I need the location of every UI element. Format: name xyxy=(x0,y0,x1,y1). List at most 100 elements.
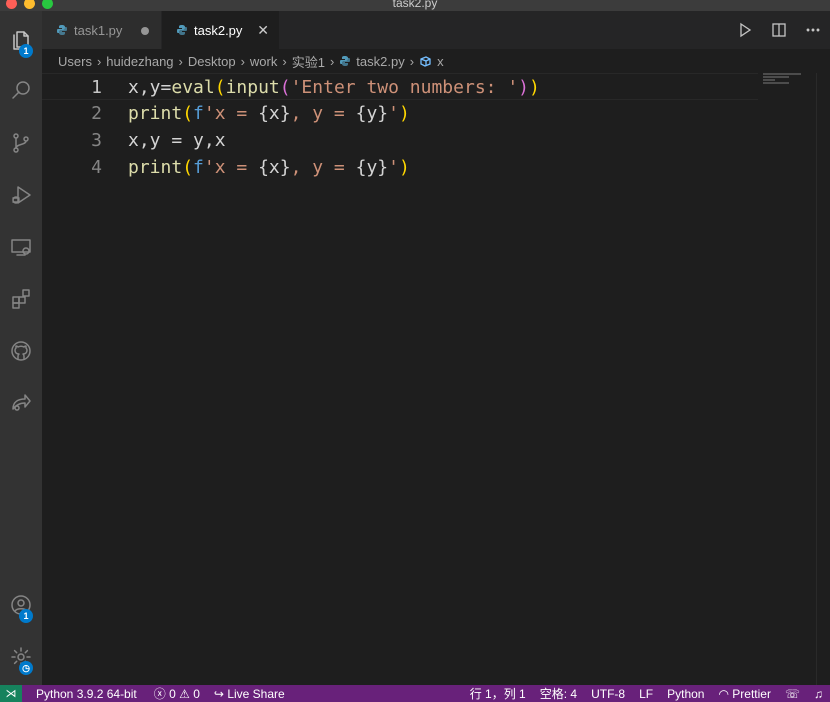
encoding-button[interactable]: UTF-8 xyxy=(584,685,632,702)
code-line[interactable]: 4 print(f'x = {x}, y = {y}') xyxy=(42,154,758,181)
minimap-line xyxy=(763,76,789,78)
code-token: ( xyxy=(182,157,194,178)
language-mode-button[interactable]: Python xyxy=(660,685,711,702)
code-token: print xyxy=(128,103,183,124)
breadcrumb-segment[interactable]: huidezhang xyxy=(106,54,173,69)
code-token: ) xyxy=(518,77,530,98)
code-token: ' xyxy=(388,103,399,124)
close-tab-icon[interactable]: ✕ xyxy=(257,22,269,39)
editor-tab-bar: task1.py task2.py ✕ xyxy=(42,11,830,49)
code-token: ) xyxy=(398,157,410,178)
activity-search[interactable] xyxy=(0,68,42,112)
activity-explorer[interactable]: 1 xyxy=(0,18,42,62)
code-token: print xyxy=(128,157,183,178)
code-token: {y} xyxy=(355,103,389,124)
source-control-icon xyxy=(13,133,29,153)
code-line[interactable]: 1 x,y=eval(input('Enter two numbers: ')) xyxy=(42,73,758,100)
split-editor-button[interactable] xyxy=(762,11,796,49)
activity-remote-explorer[interactable] xyxy=(0,225,42,269)
minimap-line xyxy=(763,79,775,81)
eol-button[interactable]: LF xyxy=(632,685,660,702)
breadcrumb-segment[interactable]: Users xyxy=(58,54,92,69)
activity-accounts[interactable]: 1 xyxy=(0,583,42,627)
breadcrumb: Users › huidezhang › Desktop › work › 实验… xyxy=(42,49,830,73)
chevron-right-icon: › xyxy=(240,53,245,69)
code-token: {x} xyxy=(258,103,291,124)
bell-icon: ♫ xyxy=(814,686,823,701)
warning-count: 0 xyxy=(193,686,200,701)
activity-run-debug[interactable] xyxy=(0,173,42,217)
code-token: {y} xyxy=(355,157,389,178)
run-python-file-button[interactable] xyxy=(728,11,762,49)
play-icon xyxy=(740,22,752,38)
tab-label: task2.py xyxy=(194,22,243,38)
python-interpreter-button[interactable]: Python 3.9.2 64-bit xyxy=(22,685,144,702)
breadcrumb-segment[interactable]: work xyxy=(250,54,277,69)
code-line[interactable]: 2 print(f'x = {x}, y = {y}') xyxy=(42,100,758,127)
problems-button[interactable]: ⓧ 0 ⚠ 0 xyxy=(144,685,207,702)
code-token: , y = xyxy=(290,157,356,178)
remote-indicator-button[interactable]: ⋊ xyxy=(0,685,22,702)
code-token: eval xyxy=(171,77,215,98)
search-icon xyxy=(12,81,30,99)
code-editor[interactable]: 1 x,y=eval(input('Enter two numbers: ')) 2… xyxy=(42,73,830,685)
feedback-button[interactable]: ☏ xyxy=(778,685,807,702)
breadcrumb-segment[interactable]: Desktop xyxy=(188,54,236,69)
remote-explorer-icon xyxy=(11,239,31,256)
cursor-position-label: 行 1，列 1 xyxy=(469,687,526,701)
code-token: ) xyxy=(398,103,410,124)
status-bar: ⋊ Python 3.9.2 64-bit ⓧ 0 ⚠ 0 ↪ Live Sha… xyxy=(0,685,830,702)
activity-manage[interactable]: ◷ xyxy=(0,635,42,679)
language-label: Python xyxy=(667,686,705,701)
code-line[interactable]: 3 x,y = y,x xyxy=(42,127,758,154)
activity-extensions[interactable] xyxy=(0,277,42,321)
cursor-position-button[interactable]: 行 1，列 1 xyxy=(463,685,533,702)
python-file-icon xyxy=(176,24,188,36)
code-token: 'Enter two numbers: ' xyxy=(290,77,519,98)
code-token: f xyxy=(193,103,204,124)
code-token: ) xyxy=(529,77,540,98)
line-number: 1 xyxy=(91,77,102,98)
breadcrumb-file[interactable]: task2.py xyxy=(356,54,404,69)
unsaved-dot-icon[interactable] xyxy=(141,27,149,35)
split-editor-icon xyxy=(772,23,786,37)
chevron-right-icon: › xyxy=(96,53,102,69)
tab-task1[interactable]: task1.py xyxy=(42,11,162,49)
live-share-icon: ↪ xyxy=(213,686,224,701)
live-share-icon xyxy=(12,394,31,411)
minimap[interactable] xyxy=(763,73,803,85)
live-share-label: Live Share xyxy=(227,686,285,701)
code-token: x,y= xyxy=(128,77,172,98)
breadcrumb-symbol[interactable]: x xyxy=(437,54,444,69)
code-token: 'x = xyxy=(203,103,259,124)
code-token: input xyxy=(225,77,280,98)
update-clock-icon: ◷ xyxy=(19,661,33,675)
live-share-button[interactable]: ↪ Live Share xyxy=(207,685,292,702)
chevron-right-icon: › xyxy=(409,53,415,69)
code-token: ' xyxy=(388,157,399,178)
encoding-label: UTF-8 xyxy=(591,686,626,701)
code-text: x,y=eval(input('Enter two numbers: ')) xyxy=(128,74,540,101)
indentation-button[interactable]: 空格: 4 xyxy=(533,685,584,702)
activity-bar: 1 1 ◷ xyxy=(0,11,42,685)
explorer-badge: 1 xyxy=(19,44,33,58)
activity-source-control[interactable] xyxy=(0,121,42,165)
code-token: 'x = xyxy=(203,157,259,178)
code-text: x,y = y,x xyxy=(128,127,226,154)
python-file-icon xyxy=(56,24,68,36)
activity-github[interactable] xyxy=(0,329,42,373)
line-number: 4 xyxy=(91,157,102,178)
run-debug-icon xyxy=(12,186,31,204)
prettier-button[interactable]: ◠ Prettier xyxy=(711,685,778,702)
tab-task2[interactable]: task2.py ✕ xyxy=(162,11,279,49)
breadcrumb-segment[interactable]: 实验1 xyxy=(292,52,325,71)
more-actions-button[interactable] xyxy=(796,11,830,49)
prettier-status-icon: ◠ xyxy=(718,686,729,701)
activity-live-share[interactable] xyxy=(0,381,42,425)
feedback-icon: ☏ xyxy=(784,686,800,701)
title-bar: task2.py xyxy=(0,0,830,11)
python-file-icon xyxy=(339,55,351,67)
editor-scrollbar[interactable] xyxy=(816,73,830,685)
code-token: f xyxy=(193,157,204,178)
notifications-button[interactable]: ♫ xyxy=(807,685,830,702)
